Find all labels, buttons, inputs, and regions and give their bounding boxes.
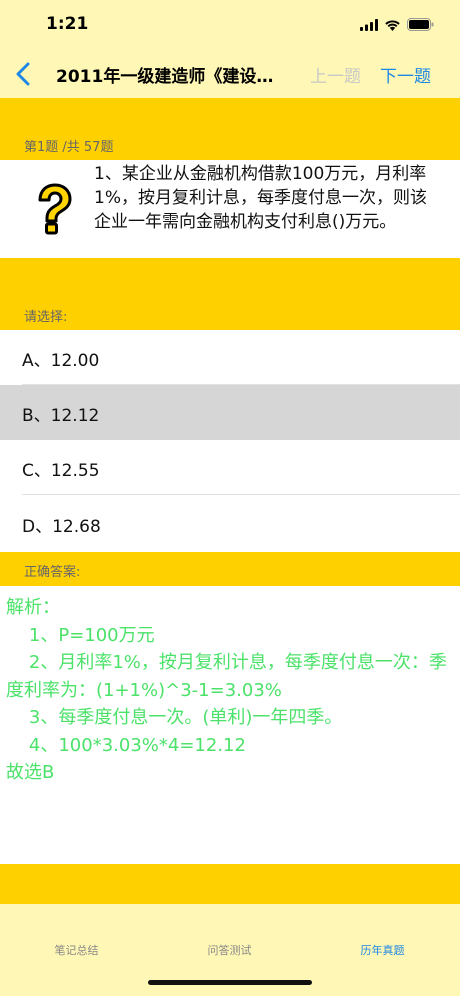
question-counter: 第1题 /共 57题 bbox=[24, 140, 114, 155]
option-c[interactable]: C、12.55 bbox=[0, 440, 460, 495]
analysis-line: 2、月利率1%，按月复利计息，每季度付息一次：季度利率为：(1+1%)^3-1=… bbox=[6, 652, 447, 701]
tab-quiz[interactable]: 问答测试 bbox=[153, 942, 306, 958]
navigation-bar: 2011年一级建造师《建设… 上一题 下一题 bbox=[0, 50, 460, 98]
question-header-band: 第1题 /共 57题 bbox=[0, 98, 460, 160]
question-card: 1、某企业从金融机构借款100万元，月利率1%，按月复利计息，每季度付息一次，则… bbox=[0, 160, 460, 258]
wifi-icon bbox=[384, 16, 401, 35]
page-title: 2011年一级建造师《建设… bbox=[56, 67, 274, 87]
analysis-panel: 解析： 1、P=100万元 2、月利率1%，按月复利计息，每季度付息一次：季度利… bbox=[0, 586, 460, 864]
analysis-line: 故选B bbox=[6, 762, 55, 783]
option-d[interactable]: D、12.68 bbox=[0, 496, 460, 551]
analysis-line: 1、P=100万元 bbox=[6, 624, 155, 646]
question-mark-icon bbox=[38, 183, 72, 235]
signal-icon bbox=[360, 16, 378, 35]
option-label: B、12.12 bbox=[22, 406, 100, 426]
option-label: A、12.00 bbox=[22, 351, 100, 371]
bottom-band bbox=[0, 864, 460, 904]
analysis-line: 3、每季度付息一次。(单利)一年四季。 bbox=[6, 707, 343, 728]
battery-icon bbox=[407, 16, 434, 35]
status-bar: 1:21 bbox=[0, 0, 460, 50]
back-button[interactable] bbox=[10, 60, 36, 88]
chevron-left-icon bbox=[16, 62, 30, 86]
tab-past-exams[interactable]: 历年真题 bbox=[306, 942, 459, 958]
status-time: 1:21 bbox=[46, 14, 89, 34]
analysis-line: 解析： bbox=[6, 597, 60, 618]
answer-label: 正确答案: bbox=[24, 565, 81, 580]
home-indicator bbox=[148, 980, 312, 985]
analysis-line: 4、100*3.03%*4=12.12 bbox=[6, 734, 246, 756]
status-icons bbox=[360, 16, 434, 35]
option-b[interactable]: B、12.12 bbox=[0, 385, 460, 440]
option-label: D、12.68 bbox=[22, 517, 101, 537]
previous-question-button[interactable]: 上一题 bbox=[310, 62, 361, 87]
choose-band: 请选择: bbox=[0, 258, 460, 330]
divider bbox=[22, 494, 460, 495]
option-label: C、12.55 bbox=[22, 461, 100, 481]
tab-notes[interactable]: 笔记总结 bbox=[0, 942, 153, 958]
question-text: 1、某企业从金融机构借款100万元，月利率1%，按月复利计息，每季度付息一次，则… bbox=[94, 164, 427, 232]
option-a[interactable]: A、12.00 bbox=[0, 330, 460, 385]
next-question-button[interactable]: 下一题 bbox=[380, 62, 431, 87]
answer-band: 正确答案: bbox=[0, 552, 460, 586]
choose-label: 请选择: bbox=[24, 310, 68, 325]
